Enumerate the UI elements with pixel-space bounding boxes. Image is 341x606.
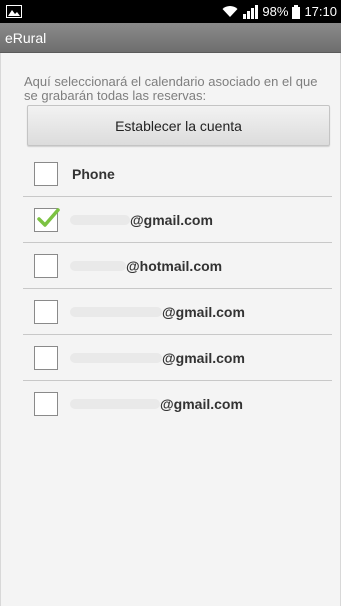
account-label: @gmail.com (160, 396, 243, 412)
account-label: @gmail.com (162, 349, 245, 366)
list-item-account[interactable]: @gmail.com (23, 335, 332, 381)
redacted-text (70, 306, 162, 317)
redacted-text (70, 260, 126, 271)
list-item-account[interactable]: @gmail.com (23, 197, 332, 243)
main-content: Aquí seleccionará el calendario asociado… (0, 53, 341, 606)
checkbox[interactable] (34, 392, 58, 416)
checkbox[interactable] (34, 299, 58, 324)
account-label: Phone (72, 165, 115, 182)
redacted-text (70, 352, 162, 363)
wifi-icon (222, 5, 238, 18)
action-bar: eRural (0, 23, 341, 53)
calendar-account-list: Phone @gmail.com @hotmail.com @gmail.com… (23, 151, 332, 427)
image-notification-icon (6, 5, 22, 18)
list-item-phone[interactable]: Phone (23, 151, 332, 197)
account-label: @hotmail.com (126, 257, 223, 274)
list-item-account[interactable]: @gmail.com (23, 289, 332, 335)
checkbox[interactable] (34, 253, 58, 278)
instructions-text: Aquí seleccionará el calendario asociado… (24, 74, 318, 103)
set-account-button[interactable]: Establecer la cuenta (27, 105, 330, 146)
checkbox[interactable] (34, 345, 58, 370)
signal-icon (242, 4, 259, 19)
checkbox-checked[interactable] (34, 207, 60, 232)
checkbox[interactable] (34, 161, 58, 186)
account-label: @gmail.com (130, 211, 213, 228)
battery-percent: 98% (262, 4, 289, 19)
checkmark-icon (37, 207, 60, 227)
battery-icon (292, 4, 301, 19)
list-item-account[interactable]: @hotmail.com (23, 243, 332, 289)
redacted-text (70, 214, 130, 225)
account-label: @gmail.com (162, 303, 245, 320)
list-item-account[interactable]: @gmail.com (23, 381, 332, 427)
clock: 17:10 (304, 4, 337, 19)
app-title: eRural (5, 29, 47, 46)
status-bar: 98% 17:10 (0, 0, 341, 23)
redacted-text (70, 399, 160, 409)
